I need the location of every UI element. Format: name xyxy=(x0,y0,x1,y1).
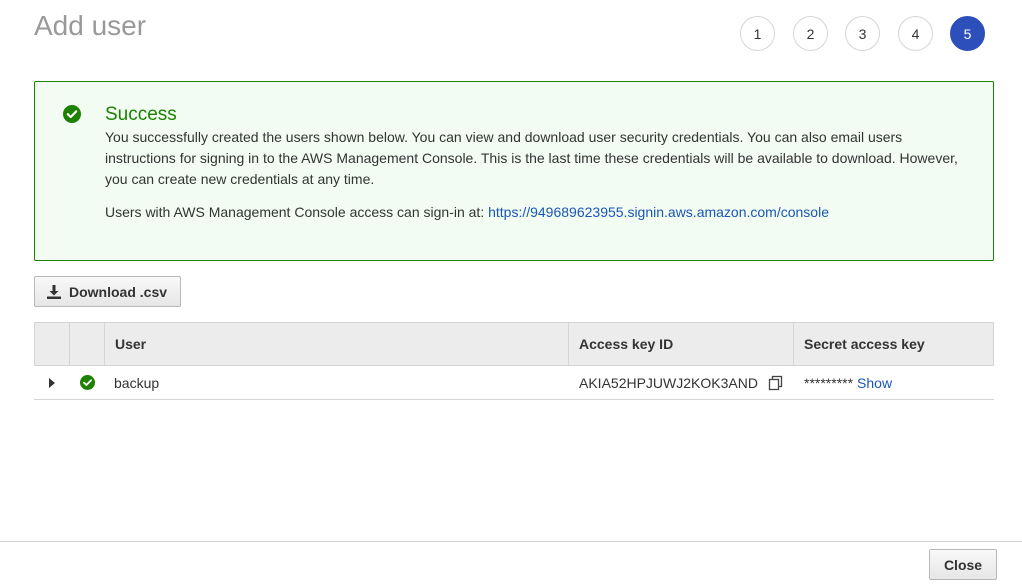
download-csv-label: Download .csv xyxy=(69,283,168,300)
user-name-cell: backup xyxy=(114,374,160,391)
step-3: 3 xyxy=(845,16,880,51)
user-column-header[interactable]: User xyxy=(105,323,569,365)
secret-access-key-column-header[interactable]: Secret access key xyxy=(794,323,994,365)
caret-right-icon xyxy=(49,377,55,388)
check-circle-icon xyxy=(80,375,95,390)
access-key-id-value: AKIA52HPJUWJ2KOK3AND xyxy=(579,374,758,391)
alert-title: Success xyxy=(105,104,177,125)
row-status xyxy=(80,366,96,399)
step-2: 2 xyxy=(793,16,828,51)
step-4: 4 xyxy=(898,16,933,51)
download-icon xyxy=(47,284,61,299)
expand-row-toggle[interactable] xyxy=(49,366,59,399)
secret-access-key-cell: ********* Show xyxy=(804,366,892,399)
signin-prefix: Users with AWS Management Console access… xyxy=(105,204,489,220)
access-key-id-cell: AKIA52HPJUWJ2KOK3AND xyxy=(579,366,784,399)
alert-message: You successfully created the users shown… xyxy=(105,129,958,187)
signin-info: Users with AWS Management Console access… xyxy=(105,204,829,220)
footer-divider xyxy=(0,541,1022,542)
access-key-id-column-header[interactable]: Access key ID xyxy=(569,323,794,365)
check-circle-icon xyxy=(63,105,81,123)
page-title: Add user xyxy=(34,10,147,41)
copy-icon[interactable] xyxy=(768,375,784,391)
credentials-table: User Access key ID Secret access key bac… xyxy=(34,322,994,400)
table-row: backup AKIA52HPJUWJ2KOK3AND ********* Sh… xyxy=(34,366,994,400)
table-header: User Access key ID Secret access key xyxy=(34,322,994,366)
status-column-header xyxy=(70,323,105,365)
signin-url-link[interactable]: https://949689623955.signin.aws.amazon.c… xyxy=(488,204,829,220)
step-5-current: 5 xyxy=(950,16,985,51)
download-csv-button[interactable]: Download .csv xyxy=(34,276,181,307)
secret-key-masked: ********* xyxy=(804,374,854,391)
close-button[interactable]: Close xyxy=(929,549,997,580)
show-secret-link[interactable]: Show xyxy=(857,375,892,391)
expand-column-header xyxy=(35,323,70,365)
step-1: 1 xyxy=(740,16,775,51)
success-alert: Success You successfully created the use… xyxy=(34,81,994,261)
